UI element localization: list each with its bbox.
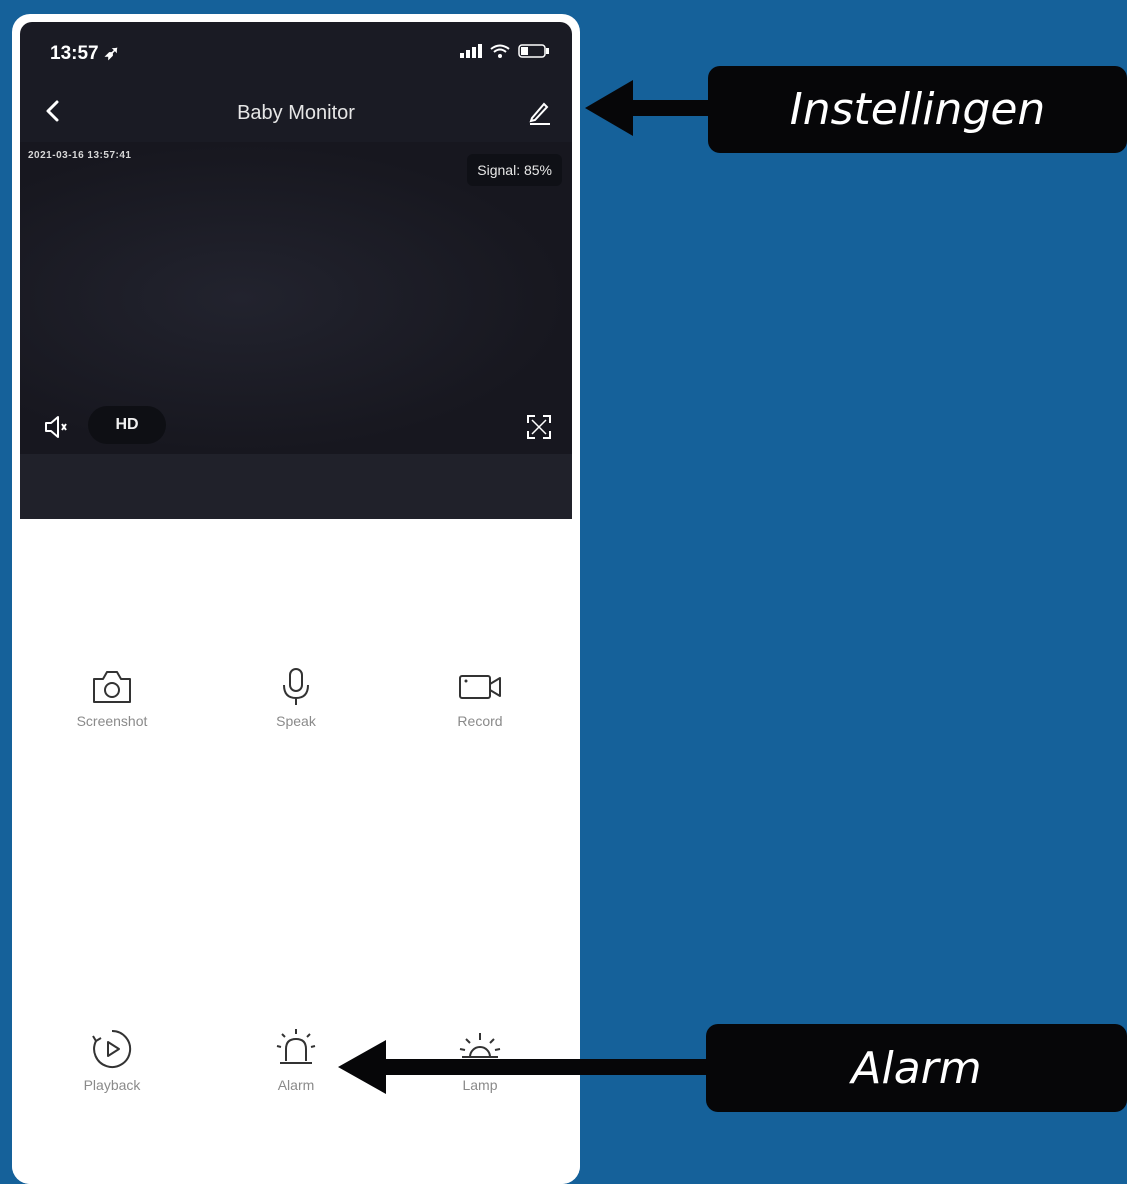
settings-arrow — [585, 80, 720, 136]
edit-pencil-icon[interactable] — [524, 96, 554, 126]
speaker-icon[interactable] — [42, 412, 72, 442]
screenshot-label: Screenshot — [76, 713, 148, 729]
playback-button[interactable]: Playback — [32, 1027, 192, 1093]
page-title: Baby Monitor — [237, 102, 355, 124]
alarm-callout: Alarm — [706, 1024, 1127, 1112]
phone-frame: 13:57 ➶ Baby Monitor 2021-03-16 13:57:41… — [12, 14, 580, 1184]
video-footer — [20, 454, 572, 519]
status-icons — [460, 44, 550, 58]
record-label: Record — [457, 713, 503, 729]
cellular-signal-icon — [460, 44, 482, 58]
video-timestamp: 2021-03-16 13:57:41 — [28, 150, 132, 161]
playback-icon — [92, 1029, 132, 1068]
playback-label: Playback — [83, 1077, 141, 1093]
speak-button[interactable]: Speak — [216, 667, 376, 729]
camera-screen: 13:57 ➶ Baby Monitor 2021-03-16 13:57:41… — [20, 22, 572, 519]
speak-label: Speak — [276, 713, 316, 729]
fullscreen-icon[interactable] — [524, 412, 554, 442]
alarm-arrow — [338, 1040, 713, 1094]
record-button[interactable]: Record — [400, 667, 560, 729]
nav-bar: Baby Monitor — [20, 82, 572, 142]
signal-badge: Signal: 85% — [467, 154, 562, 186]
live-video-feed[interactable]: 2021-03-16 13:57:41 Signal: 85% HD — [20, 142, 572, 454]
battery-icon — [518, 44, 549, 58]
screenshot-button[interactable]: Screenshot — [32, 667, 192, 729]
wifi-icon — [490, 44, 510, 58]
microphone-icon — [283, 668, 309, 705]
camera-icon — [93, 671, 131, 703]
status-time: 13:57 ➶ — [50, 43, 120, 64]
settings-callout: Instellingen — [708, 66, 1127, 153]
hd-quality-button[interactable]: HD — [88, 406, 166, 444]
status-bar: 13:57 ➶ — [20, 22, 572, 82]
video-camera-icon — [459, 675, 501, 699]
alarm-icon — [276, 1029, 316, 1064]
